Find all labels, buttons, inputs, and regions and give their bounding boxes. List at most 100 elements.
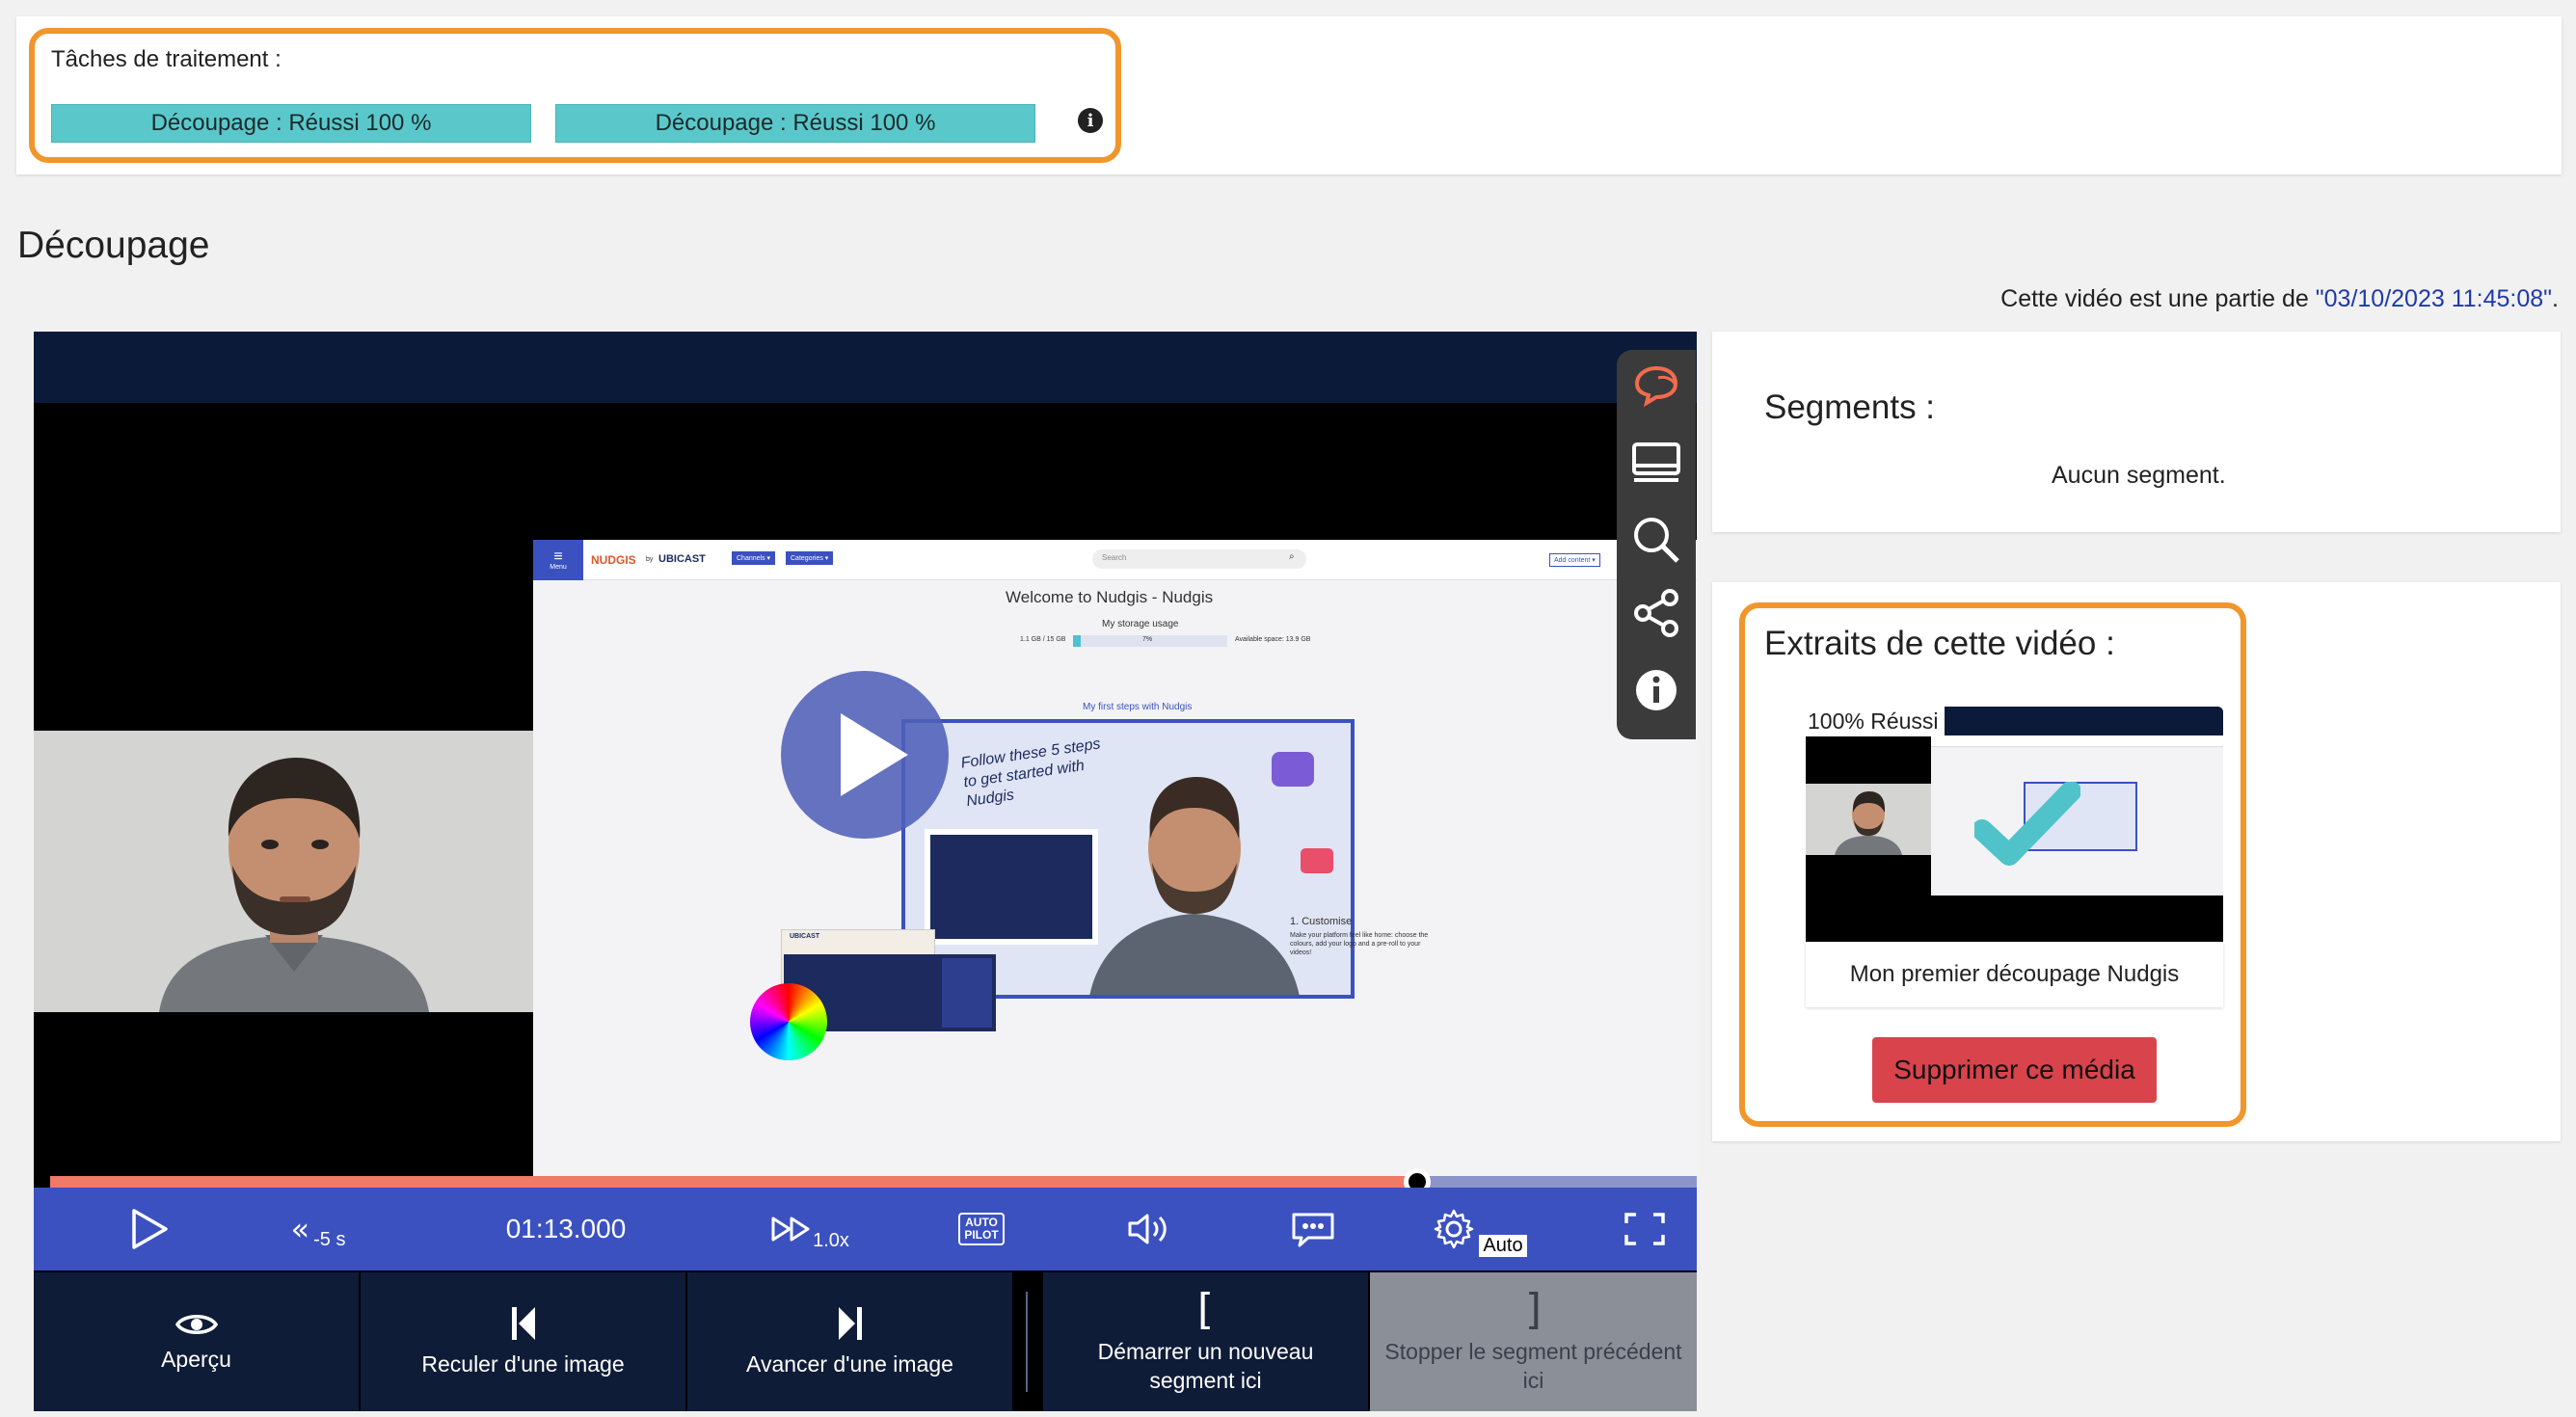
eye-icon bbox=[174, 1315, 218, 1334]
mock-storage-pct: 7% bbox=[1142, 636, 1153, 643]
speed-button[interactable]: 1.0x bbox=[757, 1188, 863, 1270]
thumb-screen-header bbox=[1931, 735, 2223, 747]
share-icon[interactable] bbox=[1617, 577, 1696, 649]
task-progress-label: Découpage : Réussi 100 % bbox=[150, 110, 432, 136]
mock-brand-by: by bbox=[646, 556, 654, 563]
mock-customise-title: 1. Customise bbox=[1290, 916, 1353, 927]
delete-media-button[interactable]: Supprimer ce média bbox=[1872, 1037, 2157, 1103]
mock-color-wheel bbox=[750, 983, 827, 1060]
mock-search-placeholder: Search bbox=[1102, 553, 1127, 562]
segments-title: Segments : bbox=[1764, 388, 1936, 426]
actions-divider bbox=[1026, 1292, 1028, 1392]
rewind-label: -5 s bbox=[313, 1228, 346, 1250]
mock-storage-fill bbox=[1073, 635, 1081, 647]
mock-first-steps: My first steps with Nudgis bbox=[1083, 702, 1193, 712]
start-segment-button[interactable]: [ Démarrer un nouveau segment ici bbox=[1043, 1272, 1368, 1411]
task-progress-label: Découpage : Réussi 100 % bbox=[655, 110, 936, 136]
mock-menu-button: ≡ Menu bbox=[533, 540, 583, 580]
mock-mini-brand: UBICAST bbox=[790, 933, 820, 940]
stop-segment-button[interactable]: ] Stopper le segment précédent ici bbox=[1370, 1272, 1697, 1411]
mock-storage-label: My storage usage bbox=[1102, 619, 1179, 629]
search-icon: ⌕ bbox=[1289, 551, 1295, 562]
extracts-title: Extraits de cette vidéo : bbox=[1764, 625, 2115, 662]
volume-icon bbox=[1128, 1214, 1167, 1244]
mock-play-badge bbox=[1301, 848, 1333, 873]
speaker-portrait bbox=[34, 731, 533, 1012]
mock-categories-button: Categories ▾ bbox=[786, 551, 834, 565]
progress-bar-fill bbox=[50, 1176, 1417, 1188]
extract-title[interactable]: Mon premier découpage Nudgis bbox=[1806, 942, 2223, 1007]
mock-welcome-title: Welcome to Nudgis - Nudgis bbox=[1006, 588, 1214, 606]
mock-chat-bubble bbox=[1272, 752, 1314, 787]
player-side-toolbar bbox=[1617, 350, 1696, 739]
bracket-open-icon: [ bbox=[1196, 1285, 1215, 1334]
preview-button[interactable]: Aperçu bbox=[34, 1272, 359, 1411]
extract-status-badge: 100% Réussi bbox=[1802, 707, 1945, 736]
mock-customise-text: Make your platform feel like home: choos… bbox=[1290, 932, 1429, 956]
mock-mini-player bbox=[938, 954, 996, 1031]
step-forward-label: Avancer d'une image bbox=[746, 1351, 953, 1377]
layout-icon[interactable] bbox=[1617, 427, 1696, 498]
time-display: 01:13.000 bbox=[439, 1188, 693, 1270]
step-back-icon bbox=[511, 1307, 535, 1340]
video-player[interactable]: ≡ Menu NUDGIS by UBICAST Channels ▾ Categ… bbox=[34, 332, 1697, 1411]
parent-media-suffix: . bbox=[2552, 285, 2559, 312]
page-title: Découpage bbox=[17, 225, 210, 266]
rewind-icon: « bbox=[290, 1211, 310, 1247]
chat-icon bbox=[1292, 1213, 1334, 1247]
parent-media-prefix: Cette vidéo est une partie de bbox=[2000, 285, 2316, 312]
delete-media-label: Supprimer ce média bbox=[1893, 1055, 2135, 1084]
mock-customise-preview bbox=[782, 839, 936, 916]
cut-actions-row: Aperçu Reculer d'une image Avancer d'une… bbox=[34, 1272, 1697, 1411]
comments-icon[interactable] bbox=[1617, 350, 1696, 421]
hamburger-icon: ≡ bbox=[553, 548, 563, 565]
fullscreen-icon bbox=[1624, 1213, 1665, 1245]
settings-button[interactable]: Auto bbox=[1422, 1188, 1538, 1270]
mock-storage-used: 1.1 GB / 15 GB bbox=[1020, 636, 1066, 643]
preview-label: Aperçu bbox=[161, 1347, 231, 1372]
player-top-bar bbox=[34, 332, 1697, 403]
speaker-video-stream[interactable] bbox=[34, 731, 533, 1012]
search-icon[interactable] bbox=[1617, 504, 1696, 575]
task-progress-bar: Découpage : Réussi 100 % bbox=[51, 104, 531, 143]
mock-add-content: Add content ▾ bbox=[1549, 553, 1600, 567]
fullscreen-button[interactable] bbox=[1611, 1188, 1678, 1270]
autopilot-button[interactable]: AUTO PILOT bbox=[950, 1188, 1013, 1270]
play-icon bbox=[841, 713, 908, 796]
step-back-label: Reculer d'une image bbox=[421, 1351, 625, 1377]
check-icon bbox=[1974, 782, 2080, 866]
speed-label: 1.0x bbox=[813, 1229, 849, 1251]
bracket-close-icon: ] bbox=[1524, 1285, 1543, 1334]
thumb-speaker bbox=[1806, 784, 1931, 855]
current-time: 01:13.000 bbox=[505, 1214, 627, 1243]
player-controls-bar: « -5 s 01:13.000 1.0x AUTO PILOT Auto bbox=[34, 1188, 1697, 1270]
mock-storage-available: Available space: 13.9 GB bbox=[1235, 636, 1311, 643]
gear-icon bbox=[1435, 1209, 1474, 1249]
thumb-bottom-band bbox=[1806, 896, 2223, 942]
task-progress-bar: Découpage : Réussi 100 % bbox=[555, 104, 1035, 143]
tasks-title: Tâches de traitement : bbox=[51, 46, 282, 72]
autopilot-label: AUTO PILOT bbox=[958, 1213, 1005, 1245]
stop-segment-label: Stopper le segment précédent ici bbox=[1384, 1339, 1682, 1393]
info-icon[interactable]: i bbox=[1078, 108, 1103, 133]
segments-card bbox=[1712, 332, 2561, 532]
subtitles-button[interactable] bbox=[1279, 1188, 1347, 1270]
quality-badge: Auto bbox=[1479, 1234, 1527, 1257]
start-segment-label: Démarrer un nouveau segment ici bbox=[1097, 1339, 1314, 1393]
screen-video-stream[interactable]: ≡ Menu NUDGIS by UBICAST Channels ▾ Categ… bbox=[533, 540, 1697, 1176]
step-forward-icon bbox=[838, 1307, 862, 1340]
fast-forward-icon bbox=[771, 1216, 810, 1242]
mock-channels-button: Channels ▾ bbox=[732, 551, 776, 565]
extract-title-label: Mon premier découpage Nudgis bbox=[1849, 961, 2180, 987]
step-forward-button[interactable]: Avancer d'une image bbox=[687, 1272, 1012, 1411]
extract-thumbnail[interactable] bbox=[1806, 707, 2223, 942]
play-icon bbox=[132, 1209, 168, 1249]
play-button[interactable] bbox=[111, 1188, 188, 1270]
rewind-button[interactable]: « -5 s bbox=[275, 1188, 362, 1270]
big-play-button[interactable] bbox=[781, 671, 949, 839]
info-icon[interactable] bbox=[1617, 655, 1696, 726]
mock-brand: NUDGIS bbox=[591, 553, 636, 567]
volume-button[interactable] bbox=[1115, 1188, 1183, 1270]
step-back-button[interactable]: Reculer d'une image bbox=[361, 1272, 685, 1411]
parent-media-link[interactable]: "03/10/2023 11:45:08" bbox=[2316, 285, 2552, 312]
